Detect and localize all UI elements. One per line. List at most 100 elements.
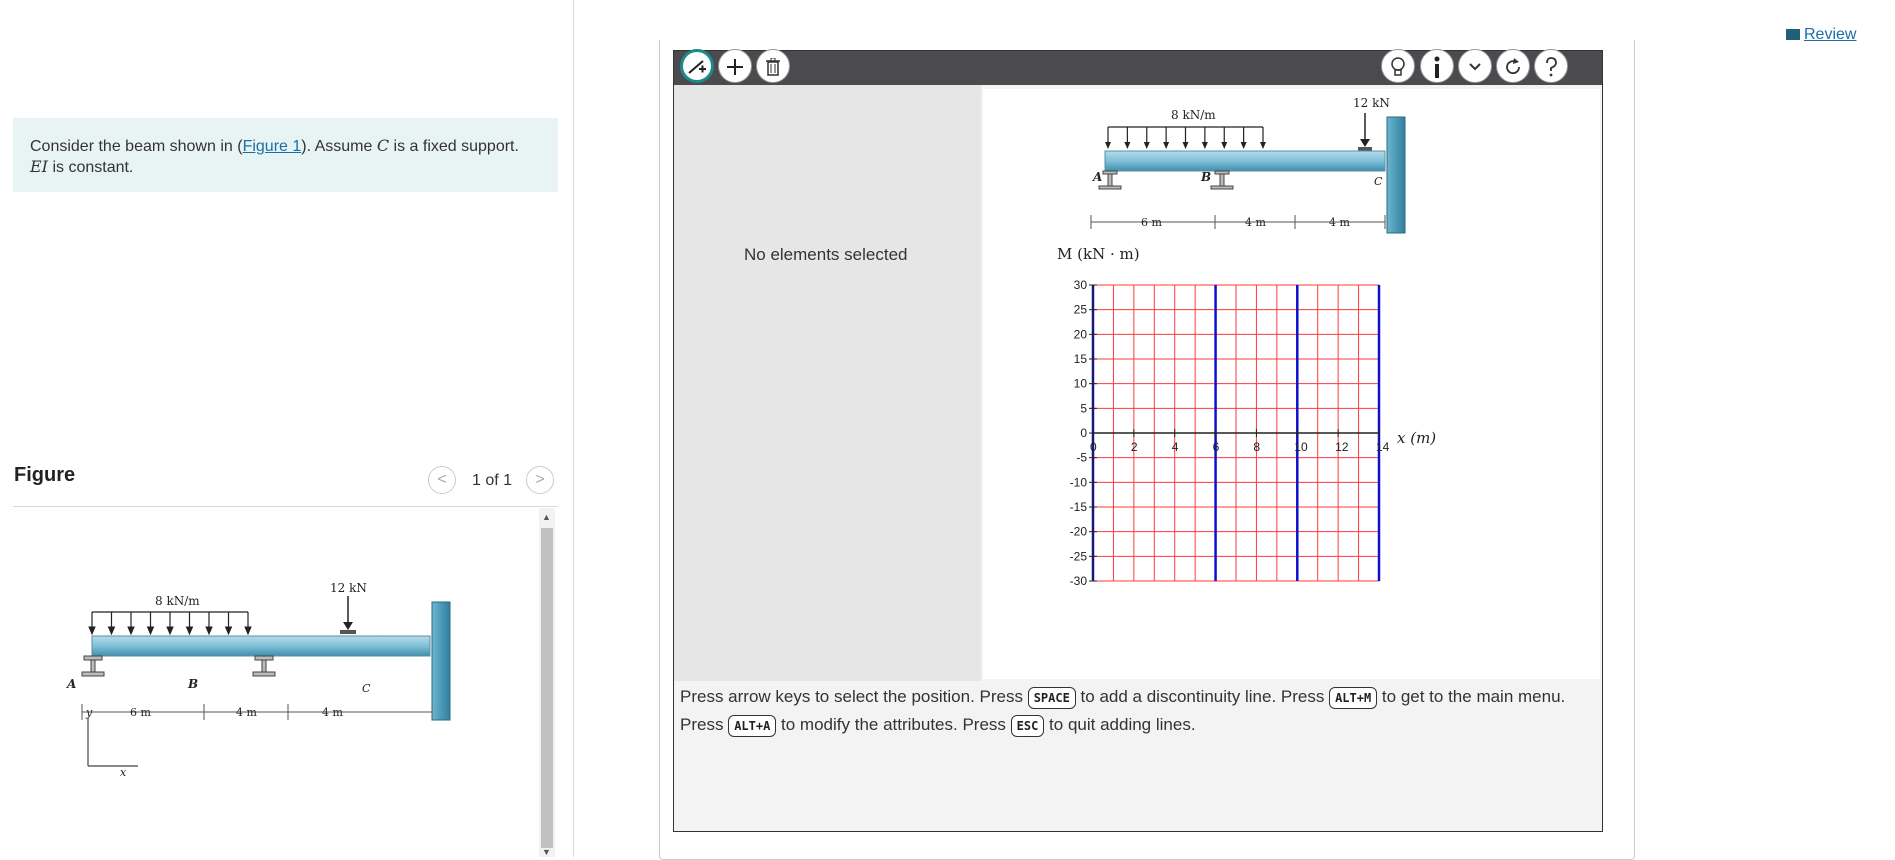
load-arrow <box>1221 127 1228 149</box>
load-arrow <box>166 612 174 636</box>
load-arrow <box>1143 127 1150 149</box>
instruction-text: to quit adding lines. <box>1044 715 1196 734</box>
label-c: C <box>362 682 371 695</box>
beam <box>91 635 431 657</box>
review-link[interactable]: Review <box>1786 26 1856 44</box>
beam-top <box>1104 150 1386 172</box>
x-tick-label: 0 <box>1090 440 1097 454</box>
keyboard-instructions: Press arrow keys to select the position.… <box>680 683 1590 739</box>
y-tick-label: 20 <box>1074 327 1088 341</box>
plot-axes <box>1089 284 1380 582</box>
instruction-text: to modify the attributes. Press <box>776 715 1011 734</box>
figure-divider <box>13 506 558 507</box>
point-load-arrow-top <box>1358 113 1372 151</box>
load-arrow <box>1124 127 1131 149</box>
next-figure-button[interactable]: > <box>526 466 554 494</box>
support-b <box>252 655 276 677</box>
ei-symbol: EI <box>30 157 48 176</box>
x-tick-label: 6 <box>1213 440 1220 454</box>
point-load-label: 12 kN <box>330 581 367 595</box>
load-arrow <box>146 612 155 636</box>
instruction-text: to get to the main menu. <box>1377 687 1566 706</box>
key-badge-alt-m: ALT+M <box>1329 687 1378 709</box>
problem-text-pre: Consider the beam shown in ( <box>30 138 243 155</box>
instruction-text: Press <box>680 715 729 734</box>
support-b-top <box>1210 170 1234 190</box>
x-axis-label: x (m) <box>1397 429 1436 447</box>
selection-status: No elements selected <box>744 245 908 264</box>
load-arrow <box>1163 127 1170 149</box>
distributed-load-label: 8 kN/m <box>155 594 200 608</box>
x-tick-label: 12 <box>1335 440 1349 454</box>
scrollbar-thumb[interactable] <box>541 528 553 848</box>
moment-diagram-svg[interactable]: 8 kN/m 12 kN A B C 6 m 4 m 4 m M (kN · m… <box>983 89 1600 679</box>
load-arrow <box>244 612 252 636</box>
scroll-down-arrow-icon[interactable]: ▼ <box>542 847 551 857</box>
y-tick-label: 15 <box>1074 352 1088 366</box>
y-axis-label: M (kN · m) <box>1057 245 1140 263</box>
fixed-wall-c <box>431 601 451 721</box>
problem-text-mid: ). Assume <box>301 138 377 155</box>
load-arrow <box>127 612 135 636</box>
instruction-text: Press arrow keys to select the position.… <box>680 687 1028 706</box>
key-badge-space: SPACE <box>1027 687 1076 709</box>
left-panel: Consider the beam shown in (Figure 1). A… <box>0 0 574 857</box>
load-arrow <box>1201 127 1208 149</box>
point-load-label-top: 12 kN <box>1353 96 1390 110</box>
help-icon[interactable] <box>1534 49 1568 83</box>
x-tick-label: 14 <box>1376 440 1390 454</box>
y-tick-label: -5 <box>1076 451 1087 465</box>
trash-icon[interactable] <box>756 49 790 83</box>
key-badge-esc: ESC <box>1010 715 1045 737</box>
label-c-top: C <box>1374 175 1383 188</box>
load-arrow <box>88 612 96 636</box>
y-tick-label: 30 <box>1074 278 1088 292</box>
plus-icon[interactable] <box>718 49 752 83</box>
chevron-down-icon[interactable] <box>1458 49 1492 83</box>
figure-heading: Figure <box>14 464 76 486</box>
label-b: B <box>187 677 198 691</box>
y-tick-label: -25 <box>1070 549 1088 563</box>
toolbar <box>674 49 1602 85</box>
instruction-text: to add a discontinuity line. Press <box>1075 687 1330 706</box>
fixed-wall-top <box>1386 116 1406 234</box>
dimension-6m-top: 6 m <box>1141 216 1162 229</box>
dimension-4m-first: 4 m <box>236 706 257 719</box>
y-tick-label: -10 <box>1070 475 1088 489</box>
label-a: A <box>66 677 76 691</box>
hint-lightbulb-icon[interactable] <box>1381 49 1415 83</box>
graph-canvas[interactable]: 8 kN/m 12 kN A B C 6 m 4 m 4 m M (kN · m… <box>983 89 1600 679</box>
load-arrow <box>1260 127 1266 149</box>
previous-figure-button[interactable]: < <box>428 466 456 494</box>
y-tick-label: 25 <box>1074 303 1088 317</box>
axis-y-label: y <box>85 706 93 719</box>
problem-text-post: is a fixed support. <box>389 138 519 155</box>
load-arrow <box>1182 127 1189 149</box>
load-arrow <box>1105 127 1111 149</box>
point-load-arrow <box>340 596 356 634</box>
ei-text: is constant. <box>48 159 134 176</box>
reset-icon[interactable] <box>1496 49 1530 83</box>
support-symbol: C <box>376 136 390 155</box>
coordinate-axes <box>87 718 138 767</box>
info-icon[interactable] <box>1420 49 1454 83</box>
figure-link[interactable]: Figure 1 <box>243 138 302 155</box>
x-tick-label: 10 <box>1294 440 1308 454</box>
dimension-4m-second-top: 4 m <box>1329 216 1350 229</box>
problem-statement: Consider the beam shown in (Figure 1). A… <box>13 118 558 192</box>
instructions-line-2: Press ALT+A to modify the attributes. Pr… <box>680 711 1590 739</box>
scroll-up-arrow-icon[interactable]: ▲ <box>542 512 551 522</box>
dimension-4m-second: 4 m <box>322 706 343 719</box>
x-tick-labels: 0 2 4 6 8 10 12 14 <box>1090 440 1390 454</box>
load-arrow <box>224 612 233 636</box>
y-tick-label: -30 <box>1070 574 1088 588</box>
support-a <box>81 655 105 677</box>
book-icon <box>1786 29 1800 40</box>
beam-diagram: 8 kN/m 12 kN A B C 6 m 4 m 4 m <box>1090 96 1406 234</box>
add-discontinuity-line-tool[interactable] <box>680 49 714 83</box>
beam-figure: 8 kN/m 12 kN A B C 6 m 4 m 4 m y x <box>66 581 451 779</box>
x-tick-label: 4 <box>1172 440 1179 454</box>
figure-scrollbar[interactable]: ▲ ▼ <box>539 508 555 857</box>
y-tick-label: 10 <box>1074 377 1088 391</box>
info-pane: No elements selected <box>674 85 981 681</box>
